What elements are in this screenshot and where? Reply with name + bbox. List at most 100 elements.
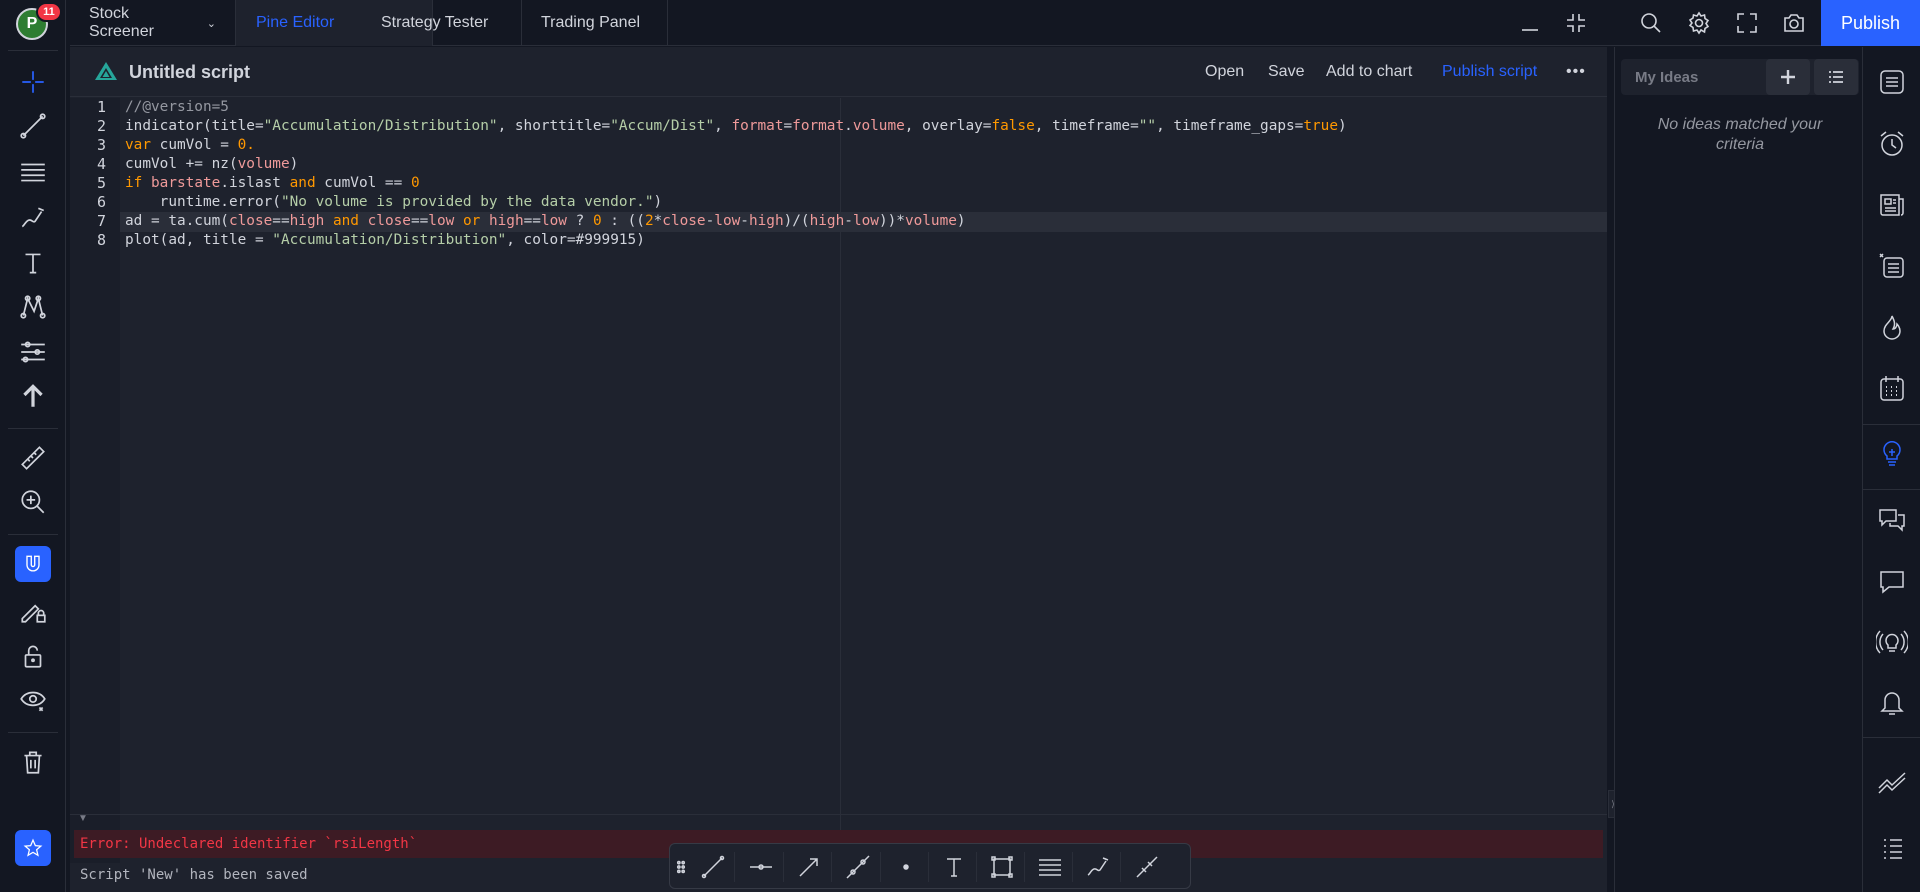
toolbar-divider <box>1863 424 1920 425</box>
tab-strategy-tester[interactable]: Strategy Tester <box>362 0 522 46</box>
zoom-in-icon[interactable] <box>13 482 53 522</box>
alarm-clock-icon[interactable] <box>1873 125 1911 163</box>
fib-levels-icon[interactable] <box>1034 851 1066 883</box>
screener-list-icon[interactable] <box>1873 247 1911 285</box>
code-line[interactable]: runtime.error("No volume is provided by … <box>125 193 663 212</box>
chevron-down-icon[interactable]: ⌄ <box>207 17 216 30</box>
avatar-letter: P <box>26 15 38 32</box>
arrow-up-icon[interactable] <box>13 376 53 416</box>
empty-ideas-message: No ideas matched your criteria <box>1657 116 1823 153</box>
tab-label: Stock Screener <box>89 5 154 40</box>
line-number-gutter: 1 2 3 4 5 6 7 8 <box>70 98 120 863</box>
fib-retracement-tool-icon[interactable] <box>13 152 53 192</box>
camera-snapshot-icon[interactable] <box>1779 8 1809 38</box>
add-idea-button[interactable] <box>1766 59 1810 95</box>
my-ideas-panel: My Ideas No ideas matched your criteria <box>1614 47 1862 892</box>
toolbar-divider <box>734 852 735 882</box>
ideas-header: My Ideas <box>1621 59 1859 95</box>
news-icon[interactable] <box>1873 186 1911 224</box>
line-number: 3 <box>96 136 106 154</box>
brush-tool-icon[interactable] <box>13 198 53 238</box>
minimize-panel-icon[interactable] <box>1515 8 1545 38</box>
dot-icon[interactable] <box>890 851 922 883</box>
crosshair-tool-icon[interactable] <box>13 62 53 102</box>
fullscreen-icon[interactable] <box>1732 8 1762 38</box>
stay-in-drawing-mode-icon[interactable] <box>13 590 53 630</box>
publish-script-button[interactable]: Publish script <box>1442 63 1537 81</box>
tab-label: Strategy Tester <box>381 14 489 31</box>
magnet-mode-icon[interactable] <box>15 546 51 582</box>
horizontal-ray-icon[interactable] <box>745 851 777 883</box>
publish-button[interactable]: Publish <box>1821 0 1920 46</box>
arrow-icon[interactable] <box>793 851 825 883</box>
pattern-tool-icon[interactable] <box>13 287 53 327</box>
toolbar-divider <box>1024 852 1025 882</box>
lock-drawings-icon[interactable] <box>13 636 53 676</box>
toolbar-divider <box>880 852 881 882</box>
save-button[interactable]: Save <box>1268 63 1304 81</box>
measure-line-icon[interactable] <box>1131 851 1163 883</box>
trading-performance-icon[interactable] <box>1873 763 1911 801</box>
brush-icon[interactable] <box>1082 851 1114 883</box>
toolbar-divider <box>1072 852 1073 882</box>
pine-editor-panel: Untitled script Open Save Add to chart P… <box>70 47 1607 892</box>
console-divider[interactable]: ▼ <box>70 813 1607 826</box>
chevron-down-icon[interactable]: ▼ <box>78 813 88 824</box>
toolbar-divider <box>8 534 58 535</box>
forecasting-tool-icon[interactable] <box>13 332 53 372</box>
code-line[interactable]: cumVol += nz(volume) <box>125 155 298 174</box>
code-line[interactable]: //@version=5 <box>125 98 229 117</box>
notifications-bell-icon[interactable] <box>1873 683 1911 721</box>
line-number: 4 <box>96 155 106 173</box>
status-message: Script 'New' has been saved <box>80 867 308 883</box>
dom-settings-icon[interactable] <box>1873 831 1911 869</box>
code-line[interactable]: if barstate.islast and cumVol == 0 <box>125 174 420 193</box>
tab-trading-panel[interactable]: Trading Panel <box>522 0 668 46</box>
trend-line-icon[interactable] <box>697 851 729 883</box>
messages-icon[interactable] <box>1873 562 1911 600</box>
hide-drawings-eye-icon[interactable] <box>13 680 53 720</box>
script-title[interactable]: Untitled script <box>129 62 250 83</box>
trend-line-tool-icon[interactable] <box>13 106 53 146</box>
text-tool-icon[interactable] <box>13 243 53 283</box>
hotlists-flame-icon[interactable] <box>1873 309 1911 347</box>
toolbar-divider <box>8 428 58 429</box>
toolbar-divider <box>783 852 784 882</box>
collapse-panel-icon[interactable] <box>1561 8 1591 38</box>
search-icon[interactable] <box>1636 8 1666 38</box>
code-editor[interactable]: 1 2 3 4 5 6 7 8 //@version=5 indicator(t… <box>70 98 1607 863</box>
line-number: 7 <box>96 212 106 230</box>
code-line[interactable]: indicator(title="Accumulation/Distributi… <box>125 117 1347 136</box>
extended-line-icon[interactable] <box>842 851 874 883</box>
code-line[interactable]: ad = ta.cum(close==high and close==low o… <box>125 212 966 231</box>
rectangle-icon[interactable] <box>986 851 1018 883</box>
right-widget-bar <box>1862 47 1920 892</box>
drag-handle-icon[interactable] <box>672 851 690 883</box>
left-drawing-toolbar: P 11 <box>0 0 66 892</box>
open-button[interactable]: Open <box>1205 63 1244 81</box>
text-icon[interactable] <box>938 851 970 883</box>
chats-icon[interactable] <box>1873 501 1911 539</box>
add-to-chart-button[interactable]: Add to chart <box>1326 63 1412 81</box>
streams-lightbulb-icon[interactable] <box>1873 623 1911 661</box>
tab-stock-screener[interactable]: Stock Screener ⌄ <box>70 0 236 46</box>
ruler-measure-icon[interactable] <box>13 438 53 478</box>
line-number: 6 <box>96 193 106 211</box>
toolbar-divider <box>1863 737 1920 738</box>
gear-icon[interactable] <box>1684 8 1714 38</box>
toolbar-divider <box>1120 852 1121 882</box>
code-line[interactable]: var cumVol = 0. <box>125 136 255 155</box>
editor-header: Untitled script Open Save Add to chart P… <box>70 47 1607 97</box>
code-line[interactable]: plot(ad, title = "Accumulation/Distribut… <box>125 231 645 250</box>
toolbar-divider <box>8 732 58 733</box>
calendar-icon[interactable] <box>1873 370 1911 408</box>
line-number: 8 <box>96 231 106 249</box>
ideas-lightbulb-icon[interactable] <box>1873 433 1911 471</box>
list-view-button[interactable] <box>1814 59 1858 95</box>
more-options-button[interactable]: ••• <box>1566 63 1586 81</box>
watchlist-icon[interactable] <box>1873 63 1911 101</box>
toolbar-divider <box>928 852 929 882</box>
favorites-star-icon[interactable] <box>15 830 51 866</box>
trash-icon[interactable] <box>13 742 53 782</box>
tab-label: Trading Panel <box>541 14 641 31</box>
